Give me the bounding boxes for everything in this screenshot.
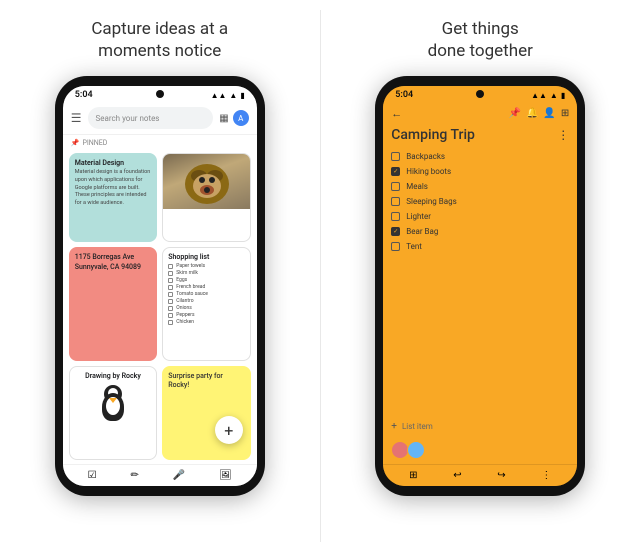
check-sleeping[interactable]: Sleeping Bags <box>391 194 569 209</box>
shopping-items: Paper towels Skim milk Eggs French bread… <box>168 263 245 325</box>
time-left: 5:04 <box>75 90 93 100</box>
checkbox-hiking[interactable] <box>391 167 400 176</box>
item-tent: Tent <box>406 242 422 251</box>
user-avatar[interactable]: A <box>233 110 249 126</box>
battery-icon-r: ▮ <box>561 91 565 100</box>
drawing-label: Drawing by Rocky <box>85 372 141 380</box>
dog-image <box>163 154 250 209</box>
camping-title-row: Camping Trip ⋮ <box>383 125 577 147</box>
pin-toolbar-icon[interactable]: 📌 <box>509 108 521 119</box>
bottom-nav-right: ⊞ ↩ ↪ ⋮ <box>383 464 577 486</box>
right-phone-screen: 5:04 ▲▲ ▲ ▮ ← 📌 🔔 👤 ⊞ Camping T <box>383 86 577 486</box>
dog-svg <box>177 154 237 209</box>
undo-icon[interactable]: ↩ <box>453 470 461 481</box>
image-nav-icon[interactable]: 🖼 <box>219 470 232 481</box>
collaborators-row <box>383 436 577 464</box>
dog-drawing <box>163 154 250 209</box>
wifi-icon: ▲ <box>229 91 237 100</box>
reminder-icon[interactable]: 🔔 <box>526 108 538 119</box>
note-title-material: Material Design <box>75 159 152 167</box>
more-bottom-icon[interactable]: ⋮ <box>541 470 551 481</box>
address-text: 1175 Borregas Ave Sunnyvale, CA 94089 <box>75 253 152 273</box>
add-item-row[interactable]: + List item <box>383 417 577 436</box>
check-bear-bag[interactable]: Bear Bag <box>391 224 569 239</box>
left-phone-screen: 5:04 ▲▲ ▲ ▮ ☰ Search your notes ▦ A <box>63 86 257 486</box>
search-placeholder: Search your notes <box>96 114 160 123</box>
signal-icon-r: ▲▲ <box>531 91 547 100</box>
right-panel-title: Get things done together <box>428 18 533 62</box>
add-bottom-icon[interactable]: ⊞ <box>409 470 417 481</box>
item-sleeping: Sleeping Bags <box>406 197 456 206</box>
pin-icon: 📌 <box>71 139 80 147</box>
note-surprise[interactable]: Surprise party for Rocky! <box>162 366 251 461</box>
right-phone: 5:04 ▲▲ ▲ ▮ ← 📌 🔔 👤 ⊞ Camping T <box>375 76 585 496</box>
pinned-label: 📌 PINNED <box>63 135 257 149</box>
redo-icon[interactable]: ↪ <box>497 470 505 481</box>
camping-title: Camping Trip <box>391 127 557 143</box>
checkbox-backpacks[interactable] <box>391 152 400 161</box>
left-panel-title: Capture ideas at a moments notice <box>91 18 228 62</box>
camera-dot-right <box>476 90 484 98</box>
fab-add-button[interactable]: + <box>215 416 243 444</box>
note-shopping[interactable]: Shopping list Paper towels Skim milk Egg… <box>162 247 251 361</box>
wifi-icon-r: ▲ <box>550 91 558 100</box>
checkbox-sleeping[interactable] <box>391 197 400 206</box>
camera-dot <box>156 90 164 98</box>
pencil-nav-icon[interactable]: ✏ <box>131 470 139 481</box>
bottom-nav-left: ☑ ✏ 🎤 🖼 <box>63 464 257 486</box>
check-tent[interactable]: Tent <box>391 239 569 254</box>
note-drawing[interactable]: Drawing by Rocky <box>69 366 158 461</box>
note-body-material: Material design is a foundation upon whi… <box>75 169 152 207</box>
checkbox-bear-bag[interactable] <box>391 227 400 236</box>
back-arrow-icon[interactable]: ← <box>391 107 402 120</box>
left-phone: 5:04 ▲▲ ▲ ▮ ☰ Search your notes ▦ A <box>55 76 265 496</box>
hamburger-icon[interactable]: ☰ <box>71 111 82 125</box>
archive-icon[interactable]: ⊞ <box>561 108 569 119</box>
collaborator-avatar-2 <box>407 441 425 459</box>
checkbox-tent[interactable] <box>391 242 400 251</box>
item-meals: Meals <box>406 182 428 191</box>
status-icons-right: ▲▲ ▲ ▮ <box>531 91 565 100</box>
shopping-title: Shopping list <box>168 253 245 261</box>
penguin-illustration <box>98 385 128 423</box>
item-lighter: Lighter <box>406 212 431 221</box>
grid-icon[interactable]: ▦ <box>219 113 228 124</box>
note-address[interactable]: 1175 Borregas Ave Sunnyvale, CA 94089 <box>69 247 158 361</box>
add-icon[interactable]: + <box>391 421 397 432</box>
toolbar-right-icons: 📌 🔔 👤 ⊞ <box>509 108 570 119</box>
status-icons-left: ▲▲ ▲ ▮ <box>211 91 245 100</box>
note-dog-image[interactable] <box>162 153 251 242</box>
check-lighter[interactable]: Lighter <box>391 209 569 224</box>
checkbox-meals[interactable] <box>391 182 400 191</box>
camping-toolbar: ← 📌 🔔 👤 ⊞ <box>383 102 577 125</box>
checkbox-lighter[interactable] <box>391 212 400 221</box>
checklist: Backpacks Hiking boots Meals Sleeping Ba… <box>383 147 577 417</box>
check-meals[interactable]: Meals <box>391 179 569 194</box>
toolbar-icons: ▦ A <box>219 110 248 126</box>
search-bar[interactable]: Search your notes <box>88 107 214 129</box>
left-panel: Capture ideas at a moments notice 5:04 ▲… <box>0 0 320 552</box>
pinned-text: PINNED <box>82 139 107 147</box>
surprise-text: Surprise party for Rocky! <box>168 372 245 392</box>
item-hiking: Hiking boots <box>406 167 451 176</box>
check-hiking[interactable]: Hiking boots <box>391 164 569 179</box>
notes-toolbar: ☰ Search your notes ▦ A <box>63 102 257 135</box>
more-menu-icon[interactable]: ⋮ <box>557 128 569 142</box>
add-item-label: List item <box>402 422 433 431</box>
time-right: 5:04 <box>395 90 413 100</box>
check-backpacks[interactable]: Backpacks <box>391 149 569 164</box>
note-material-design[interactable]: Material Design Material design is a fou… <box>69 153 158 242</box>
checkbox-nav-icon[interactable]: ☑ <box>88 470 97 481</box>
item-backpacks: Backpacks <box>406 152 445 161</box>
collab-icon[interactable]: 👤 <box>543 108 555 119</box>
right-panel: Get things done together 5:04 ▲▲ ▲ ▮ ← 📌… <box>321 0 640 552</box>
signal-icon: ▲▲ <box>211 91 227 100</box>
item-bear-bag: Bear Bag <box>406 227 438 236</box>
mic-nav-icon[interactable]: 🎤 <box>173 470 185 481</box>
battery-icon: ▮ <box>240 91 244 100</box>
